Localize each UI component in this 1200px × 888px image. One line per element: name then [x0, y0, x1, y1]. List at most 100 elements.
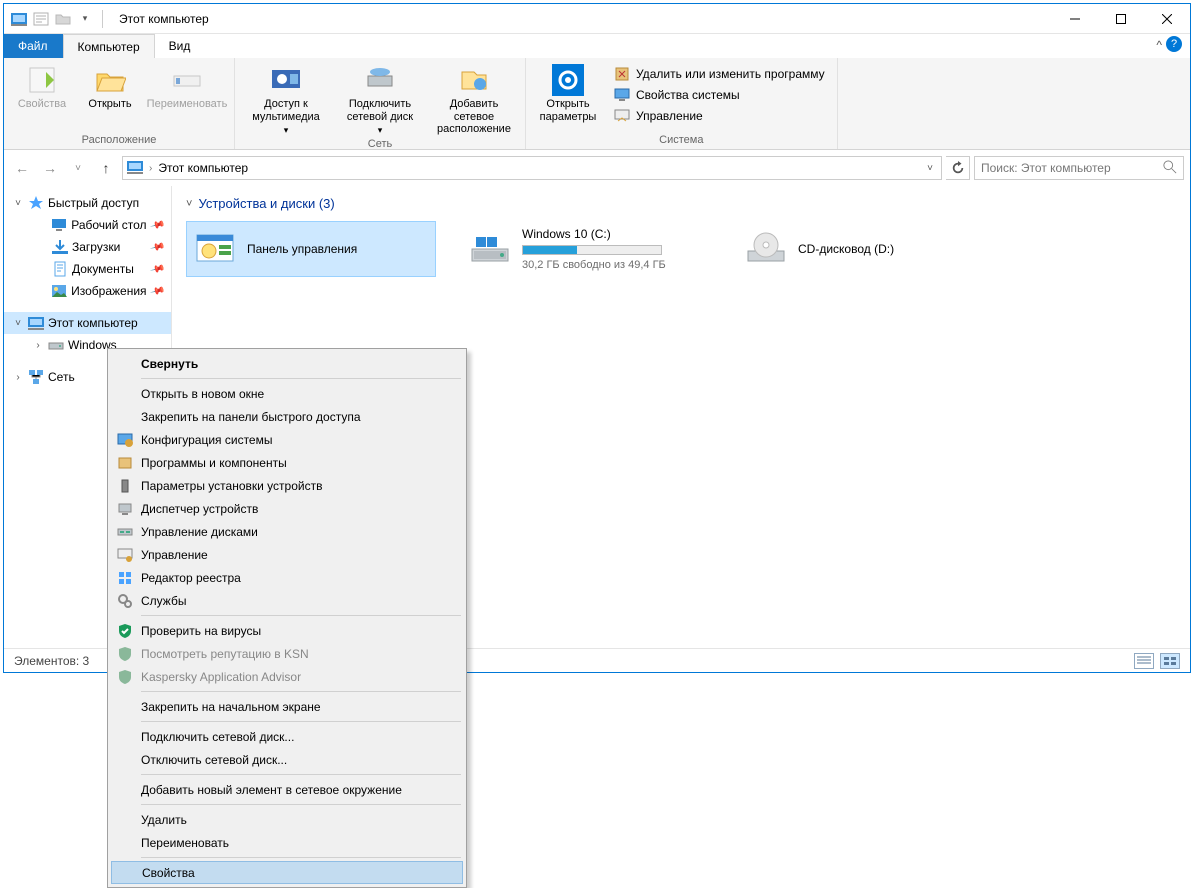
address-bar[interactable]: › Этот компьютер ˅ [122, 156, 942, 180]
ribbon-group-system: Открыть параметры Удалить или изменить п… [526, 58, 838, 149]
window-title: Этот компьютер [119, 12, 209, 26]
pin-icon: 📌 [149, 239, 165, 255]
tab-file[interactable]: Файл [4, 34, 63, 58]
qat-properties-icon[interactable] [32, 10, 50, 28]
settings-icon [552, 64, 584, 96]
pc-icon [28, 315, 44, 331]
qat-dropdown-icon[interactable]: ▾ [76, 10, 94, 28]
tree-this-pc[interactable]: ˅ Этот компьютер [4, 312, 171, 334]
c-drive-item[interactable]: Windows 10 (C:) 30,2 ГБ свободно из 49,4… [462, 221, 712, 277]
documents-icon [52, 261, 68, 277]
d-drive-item[interactable]: CD-дисковод (D:) [738, 221, 988, 277]
cm-collapse[interactable]: Свернуть [111, 352, 463, 375]
cm-virus-scan[interactable]: Проверить на вирусы [111, 619, 463, 642]
programs-icon [117, 455, 133, 471]
diskmgmt-icon [117, 524, 133, 540]
minimize-button[interactable] [1052, 4, 1098, 34]
control-panel-icon [193, 227, 237, 271]
device-install-icon [117, 478, 133, 494]
shield-icon [117, 623, 133, 639]
cm-disk-management[interactable]: Управление дисками [111, 520, 463, 543]
msconfig-icon [117, 432, 133, 448]
ribbon-map-drive[interactable]: Подключить сетевой диск▾ [335, 60, 425, 136]
chevron-down-icon[interactable]: ˅ [12, 318, 24, 329]
manage-icon [614, 108, 630, 124]
recent-locations-dropdown[interactable]: ˅ [66, 156, 90, 180]
tab-view[interactable]: Вид [155, 34, 206, 58]
ribbon-collapse-icon[interactable]: ^ [1156, 38, 1162, 52]
tree-desktop[interactable]: Рабочий стол 📌 [4, 214, 171, 236]
cm-regedit[interactable]: Редактор реестра [111, 566, 463, 589]
ribbon-group-location: Свойства Открыть Переименовать Расположе… [4, 58, 235, 149]
up-button[interactable]: ↑ [94, 156, 118, 180]
chevron-right-icon[interactable]: › [12, 372, 24, 383]
cm-rename[interactable]: Переименовать [111, 831, 463, 854]
pin-icon: 📌 [149, 217, 165, 233]
cm-disconnect-network-drive[interactable]: Отключить сетевой диск... [111, 748, 463, 771]
desktop-icon [51, 217, 67, 233]
qat-new-folder-icon[interactable] [54, 10, 72, 28]
titlebar: ▾ Этот компьютер [4, 4, 1190, 34]
cm-properties[interactable]: Свойства [111, 861, 463, 884]
download-icon [52, 239, 68, 255]
tree-quick-access[interactable]: ˅ Быстрый доступ [4, 192, 171, 214]
ribbon-rename[interactable]: Переименовать [146, 60, 228, 111]
ribbon-manage[interactable]: Управление [608, 106, 831, 126]
tree-documents[interactable]: Документы 📌 [4, 258, 171, 280]
cm-kaspersky-advisor[interactable]: Kaspersky Application Advisor [111, 665, 463, 688]
details-view-icon[interactable] [1134, 653, 1154, 669]
close-button[interactable] [1144, 4, 1190, 34]
properties-icon [26, 64, 58, 96]
manage-icon [117, 547, 133, 563]
maximize-button[interactable] [1098, 4, 1144, 34]
media-icon [270, 64, 302, 96]
cm-device-manager[interactable]: Диспетчер устройств [111, 497, 463, 520]
chevron-right-icon[interactable]: › [32, 340, 44, 351]
back-button[interactable]: ← [10, 156, 34, 180]
cm-programs[interactable]: Программы и компоненты [111, 451, 463, 474]
tree-downloads[interactable]: Загрузки 📌 [4, 236, 171, 258]
cm-add-network-element[interactable]: Добавить новый элемент в сетевое окружен… [111, 778, 463, 801]
cm-open-new-window[interactable]: Открыть в новом окне [111, 382, 463, 405]
app-icon [10, 10, 28, 28]
devmgr-icon [117, 501, 133, 517]
cm-map-network-drive[interactable]: Подключить сетевой диск... [111, 725, 463, 748]
tab-computer[interactable]: Компьютер [63, 34, 155, 58]
ribbon-system-properties[interactable]: Свойства системы [608, 85, 831, 105]
ribbon-uninstall-program[interactable]: Удалить или изменить программу [608, 64, 831, 84]
drive-usage-bar [522, 245, 662, 255]
folder-open-icon [94, 64, 126, 96]
cm-services[interactable]: Службы [111, 589, 463, 612]
chevron-down-icon[interactable]: ˅ [12, 198, 24, 209]
address-path: Этот компьютер [158, 161, 248, 175]
ribbon-add-network-location[interactable]: Добавить сетевое расположение [429, 60, 519, 136]
tree-pictures[interactable]: Изображения 📌 [4, 280, 171, 302]
d-drive-label: CD-дисковод (D:) [798, 242, 894, 256]
pc-icon [127, 159, 143, 178]
shield-icon [117, 646, 133, 662]
search-icon [1163, 160, 1177, 177]
ribbon-open[interactable]: Открыть [78, 60, 142, 111]
cm-pin-start[interactable]: Закрепить на начальном экране [111, 695, 463, 718]
forward-button[interactable]: → [38, 156, 62, 180]
tiles-view-icon[interactable] [1160, 653, 1180, 669]
ribbon-properties[interactable]: Свойства [10, 60, 74, 111]
search-box[interactable]: Поиск: Этот компьютер [974, 156, 1184, 180]
c-drive-info: 30,2 ГБ свободно из 49,4 ГБ [522, 259, 666, 271]
address-dropdown-icon[interactable]: ˅ [923, 163, 937, 174]
ribbon-media-access[interactable]: Доступ к мультимедиа▾ [241, 60, 331, 136]
devices-group-header[interactable]: ˅ Устройства и диски (3) [186, 196, 1176, 211]
cm-device-install[interactable]: Параметры установки устройств [111, 474, 463, 497]
cm-delete[interactable]: Удалить [111, 808, 463, 831]
cm-pin-quick-access[interactable]: Закрепить на панели быстрого доступа [111, 405, 463, 428]
refresh-button[interactable] [946, 156, 970, 180]
cm-manage[interactable]: Управление [111, 543, 463, 566]
control-panel-item[interactable]: Панель управления [186, 221, 436, 277]
ribbon-group-network: Доступ к мультимедиа▾ Подключить сетевой… [235, 58, 526, 149]
ribbon-open-settings[interactable]: Открыть параметры [532, 60, 604, 123]
cm-ksn-reputation[interactable]: Посмотреть репутацию в KSN [111, 642, 463, 665]
search-placeholder: Поиск: Этот компьютер [981, 161, 1111, 175]
context-menu: Свернуть Открыть в новом окне Закрепить … [107, 348, 467, 888]
cm-msconfig[interactable]: Конфигурация системы [111, 428, 463, 451]
help-icon[interactable]: ? [1166, 36, 1182, 52]
